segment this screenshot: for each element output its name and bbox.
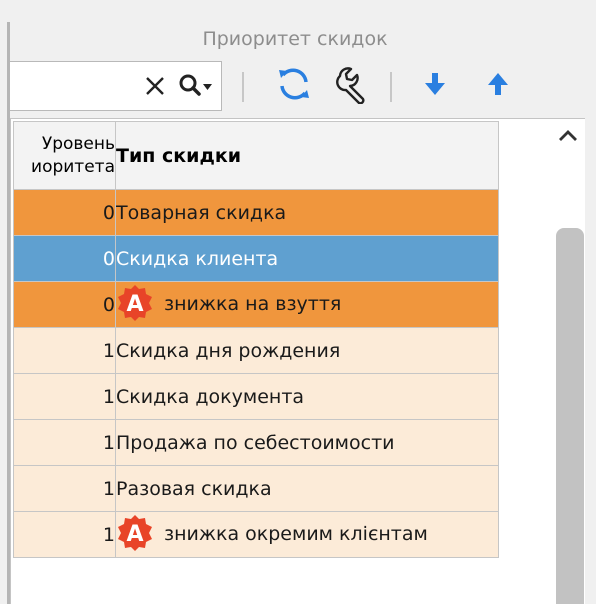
table-header-row: Уровень иоритета Тип скидки [13, 121, 499, 190]
search-icon[interactable] [177, 71, 217, 101]
column-header-type[interactable]: Тип скидки [115, 121, 499, 190]
discount-type-label: Разовая скидка [116, 477, 272, 500]
svg-text:A: A [126, 522, 143, 547]
table-row[interactable]: 0 Скидка клиента [13, 235, 499, 282]
panel-title: Приоритет скидок [202, 28, 388, 50]
table-row[interactable]: 1 Скидка дня рождения [13, 327, 499, 374]
auto-discount-icon: A [117, 514, 155, 552]
svg-text:A: A [126, 292, 143, 317]
table-row[interactable]: 1 Aзнижка окремим клієнтам [13, 511, 499, 558]
table-row[interactable]: 0 Aзнижка на взуття [13, 281, 499, 328]
arrow-up-icon[interactable] [478, 64, 518, 104]
discount-type-cell[interactable]: Aзнижка на взуття [115, 281, 499, 328]
toolbar-separator [242, 72, 244, 102]
priority-level-cell[interactable]: 1 [13, 419, 116, 466]
column-header-level-line2: иоритета [31, 156, 115, 177]
priority-level-cell[interactable]: 1 [13, 511, 116, 558]
priority-level-cell[interactable]: 0 [13, 235, 116, 282]
table-row[interactable]: 0 Товарная скидка [13, 189, 499, 236]
discount-type-cell[interactable]: Скидка документа [115, 373, 499, 420]
priority-level-cell[interactable]: 0 [13, 189, 116, 236]
discount-type-label: знижка на взуття [164, 293, 342, 315]
search-field[interactable] [10, 61, 222, 111]
chevron-up-icon[interactable] [556, 124, 580, 148]
toolbar-separator [390, 72, 392, 102]
discount-type-label: Скидка документа [116, 385, 305, 408]
discount-type-cell[interactable]: Товарная скидка [115, 189, 499, 236]
auto-discount-icon: A [117, 284, 155, 322]
discount-type-cell[interactable]: Скидка клиента [115, 235, 499, 282]
priority-level-cell[interactable]: 0 [13, 281, 116, 328]
discount-type-cell[interactable]: Aзнижка окремим клієнтам [115, 511, 499, 558]
column-header-level-line1: Уровень [41, 133, 115, 154]
priority-level-cell[interactable]: 1 [13, 373, 116, 420]
discount-type-label: Скидка клиента [116, 247, 279, 270]
discount-type-cell[interactable]: Продажа по себестоимости [115, 419, 499, 466]
vertical-scrollbar-thumb[interactable] [556, 228, 584, 604]
table-row[interactable]: 1 Разовая скидка [13, 465, 499, 512]
table-row[interactable]: 1 Продажа по себестоимости [13, 419, 499, 466]
priority-level-cell[interactable]: 1 [13, 465, 116, 512]
refresh-icon[interactable] [274, 64, 314, 104]
priority-level-cell[interactable]: 1 [13, 327, 116, 374]
discount-type-cell[interactable]: Разовая скидка [115, 465, 499, 512]
column-header-level[interactable]: Уровень иоритета [13, 121, 116, 190]
discount-type-label: знижка окремим клієнтам [164, 523, 428, 545]
discount-table: Уровень иоритета Тип скидки 0 Товарная ск… [13, 121, 499, 558]
close-icon[interactable] [140, 71, 170, 101]
discount-type-label: Скидка дня рождения [116, 339, 341, 362]
table-row[interactable]: 1 Скидка документа [13, 373, 499, 420]
discount-type-label: Продажа по себестоимости [116, 431, 395, 454]
discount-type-cell[interactable]: Скидка дня рождения [115, 327, 499, 374]
wrench-icon[interactable] [334, 64, 374, 105]
discount-priority-grid: Уровень иоритета Тип скидки 0 Товарная ск… [10, 118, 585, 604]
arrow-down-icon[interactable] [415, 64, 455, 104]
discount-type-label: Товарная скидка [116, 201, 287, 224]
